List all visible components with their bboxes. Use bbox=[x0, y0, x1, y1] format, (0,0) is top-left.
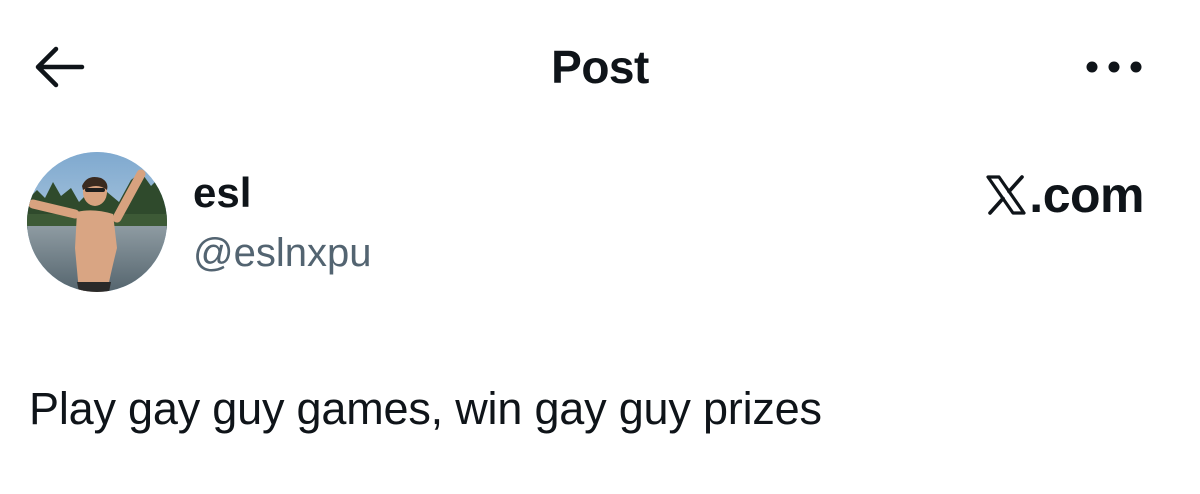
more-options-button[interactable] bbox=[1082, 55, 1146, 79]
author-display-name[interactable]: esl bbox=[193, 167, 251, 219]
page-title: Post bbox=[551, 41, 649, 93]
brand-watermark: .com bbox=[985, 166, 1144, 224]
x-logo-icon bbox=[986, 175, 1026, 215]
author-handle[interactable]: @eslnxpu bbox=[193, 229, 371, 277]
avatar[interactable] bbox=[27, 152, 167, 292]
brand-text: .com bbox=[1029, 167, 1144, 223]
post-text: Play gay guy games, win gay guy prizes bbox=[29, 383, 822, 434]
profile-photo bbox=[27, 152, 167, 292]
more-horizontal-icon bbox=[1086, 61, 1142, 73]
